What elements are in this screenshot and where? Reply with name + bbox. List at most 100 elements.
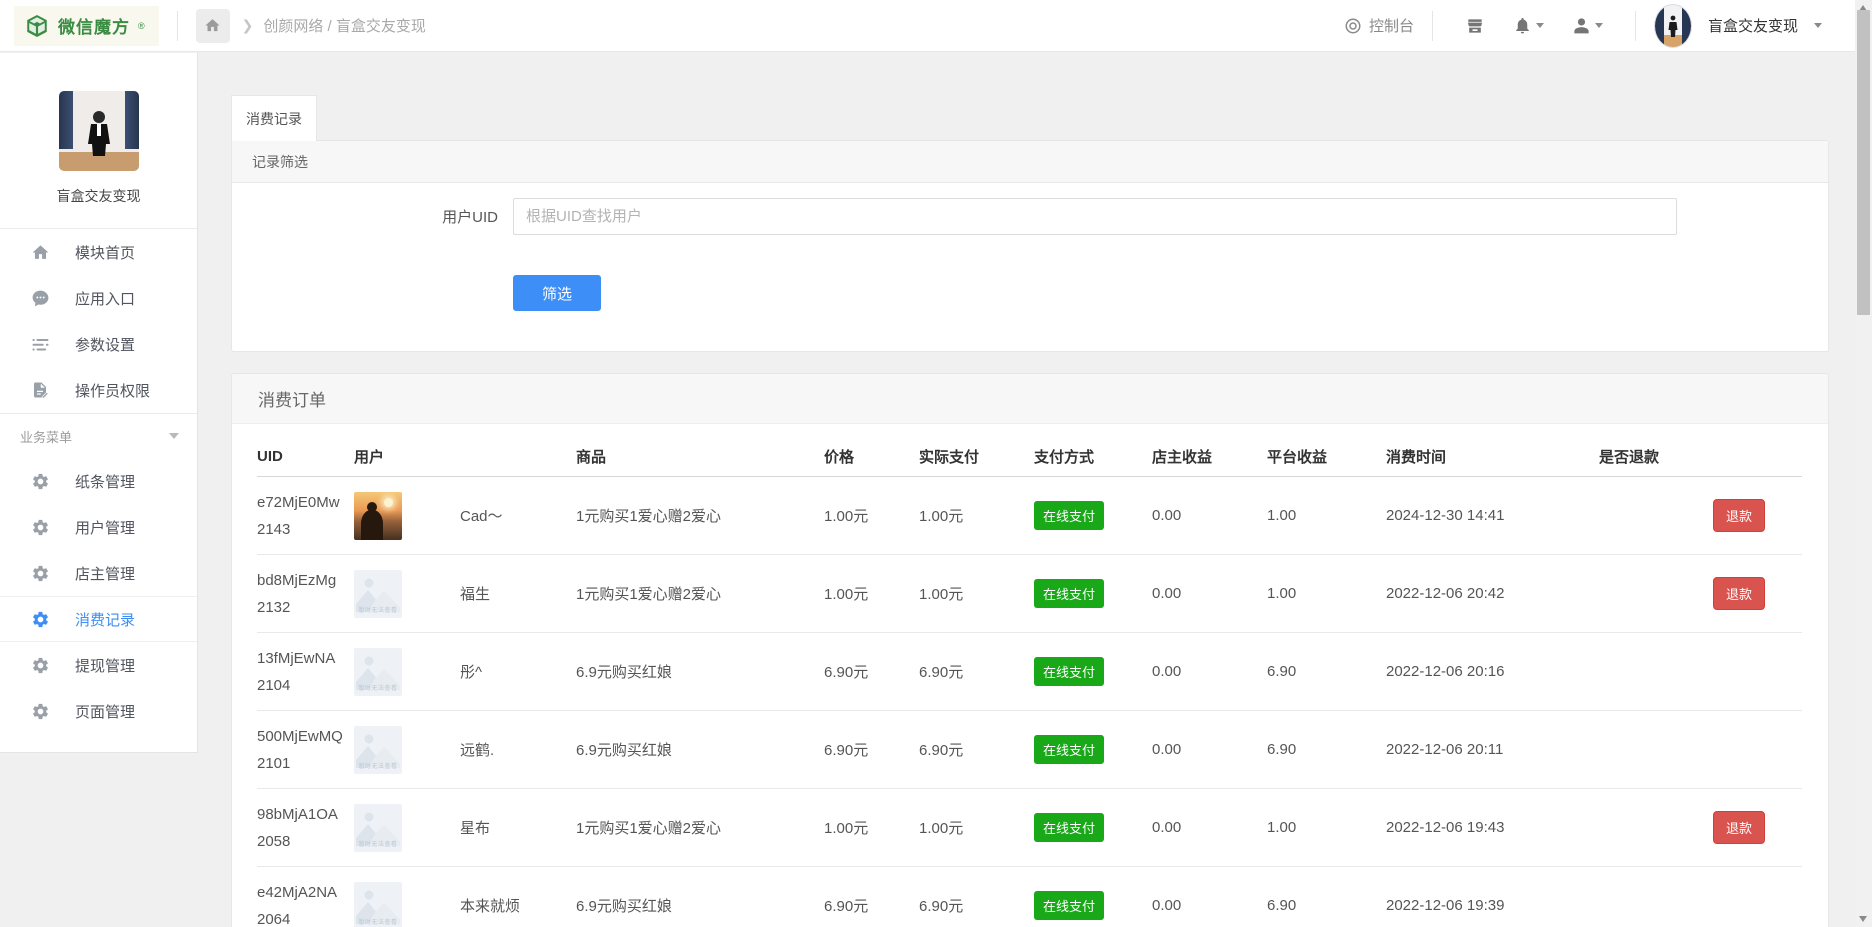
order-platform-income: 6.90 [1267,897,1386,914]
gear-icon [30,656,50,675]
order-uid: 13fMjEwNA2104 [257,645,354,699]
scrollbar-down-arrow[interactable] [1859,916,1867,922]
order-platform-income: 1.00 [1267,819,1386,836]
order-row: 98bMjA1OA2058暂时无法查看星布1元购买1爱心赠2爱心 1.00元 1.0… [257,789,1802,867]
uid-search-input[interactable] [513,198,1677,235]
placeholder-caption: 暂时无法查看 [354,917,402,926]
gear-icon [30,610,50,629]
sidebar-item-纸条管理[interactable]: 纸条管理 [0,458,197,504]
sidebar-main-menu: 模块首页应用入口参数设置操作员权限 [0,229,197,413]
account-avatar [1654,4,1692,48]
uid-code: 500MjEwMQ [257,723,354,750]
order-paid: 1.00元 [919,817,1034,838]
order-paid: 1.00元 [919,583,1034,604]
store-button[interactable] [1465,16,1485,36]
sidebar-item-应用入口[interactable]: 应用入口 [0,275,197,321]
order-payment-method: 在线支付 [1034,501,1152,530]
online-payment-badge: 在线支付 [1034,735,1104,764]
caret-down-icon [1536,23,1544,28]
uid-number: 2058 [257,828,354,855]
sidebar-item-参数设置[interactable]: 参数设置 [0,321,197,367]
sidebar-item-消费记录[interactable]: 消费记录 [0,596,197,642]
order-refund-cell: 退款 [1599,499,1802,532]
placeholder-caption: 暂时无法查看 [354,761,402,770]
sidebar-item-提现管理[interactable]: 提现管理 [0,642,197,688]
orders-card: 消费订单 UID用户商品价格实际支付支付方式店主收益平台收益消费时间是否退款 e… [231,373,1829,927]
column-header: 消费时间 [1386,446,1599,467]
column-header: 价格 [824,446,919,467]
uid-number: 2143 [257,516,354,543]
sidebar-item-用户管理[interactable]: 用户管理 [0,504,197,550]
gear-icon [30,518,50,537]
user-menu-button[interactable] [1572,16,1603,35]
order-user: Cad～ [354,492,576,540]
order-user: 暂时无法查看远鹤. [354,726,576,774]
order-price: 1.00元 [824,505,919,526]
refund-button[interactable]: 退款 [1713,499,1765,532]
order-price: 6.90元 [824,739,919,760]
app-logo[interactable]: 微信魔方 ® [14,6,159,46]
tab-consumption-records[interactable]: 消费记录 [231,95,317,141]
order-owner-income: 0.00 [1152,507,1267,524]
order-time: 2022-12-06 20:11 [1386,741,1599,758]
orders-table-body: e72MjE0Mw2143Cad～1元购买1爱心赠2爱心1.00元1.00元在线… [257,477,1802,927]
top-header: 微信魔方 ® ❯ 创颜网络 / 盲盒交友变现 控制台 [0,0,1872,52]
order-row: 500MjEwMQ2101暂时无法查看远鹤.6.9元购买红娘6.90元6.90元… [257,711,1802,789]
bell-icon [1513,16,1532,35]
comment-icon [30,289,50,308]
order-payment-method: 在线支付 [1034,735,1152,764]
store-icon [1465,16,1485,36]
column-header: 商品 [576,446,824,467]
uid-code: 98bMjA1OA [257,801,354,828]
order-row: e72MjE0Mw2143Cad～1元购买1爱心赠2爱心1.00元1.00元在线… [257,477,1802,555]
sun-icon [384,498,393,507]
order-owner-income: 0.00 [1152,741,1267,758]
order-paid: 6.90元 [919,739,1034,760]
user-avatar-placeholder: 暂时无法查看 [354,804,402,852]
sidebar-item-label: 用户管理 [75,517,135,538]
console-link[interactable]: 控制台 [1344,15,1414,36]
sidebar-item-页面管理[interactable]: 页面管理 [0,688,197,734]
user-avatar-placeholder: 暂时无法查看 [354,648,402,696]
page-scrollbar[interactable] [1855,0,1872,927]
placeholder-caption: 暂时无法查看 [354,605,402,614]
column-header: 用户 [354,446,576,467]
uid-code: e42MjA2NA [257,879,354,906]
order-owner-income: 0.00 [1152,819,1267,836]
user-avatar-placeholder: 暂时无法查看 [354,570,402,618]
sidebar-item-模块首页[interactable]: 模块首页 [0,229,197,275]
sidebar-section-business[interactable]: 业务菜单 [0,414,197,458]
placeholder-caption: 暂时无法查看 [354,683,402,692]
refund-button[interactable]: 退款 [1713,811,1765,844]
uid-number: 2064 [257,906,354,927]
order-product: 1元购买1爱心赠2爱心 [576,505,824,526]
uid-code: bd8MjEzMg [257,567,354,594]
header-divider [177,11,178,41]
refund-button[interactable]: 退款 [1713,577,1765,610]
order-user: 暂时无法查看星布 [354,804,576,852]
sidebar-item-操作员权限[interactable]: 操作员权限 [0,367,197,413]
logo-cube-icon [24,13,50,39]
module-profile: 盲盒交友变现 [0,53,197,206]
order-refund-cell: 退款 [1599,577,1802,610]
home-button[interactable] [196,9,230,43]
order-time: 2022-12-06 19:43 [1386,819,1599,836]
order-product: 1元购买1爱心赠2爱心 [576,817,824,838]
order-uid: e72MjE0Mw2143 [257,489,354,543]
scrollbar-thumb[interactable] [1857,10,1870,315]
caret-down-icon [1814,23,1822,28]
account-switcher[interactable]: 盲盒交友变现 [1654,4,1822,48]
column-header: UID [257,448,354,465]
person-icon [1572,16,1591,35]
notifications-button[interactable] [1513,16,1544,35]
breadcrumb-chevron-icon: ❯ [242,17,254,34]
sidebar-item-店主管理[interactable]: 店主管理 [0,550,197,596]
uid-number: 2104 [257,672,354,699]
gear-icon [30,472,50,491]
sidebar-item-label: 提现管理 [75,655,135,676]
sidebar-business-menu: 纸条管理用户管理店主管理消费记录提现管理页面管理 [0,458,197,734]
filter-card-title: 记录筛选 [232,141,1828,183]
sidebar-item-label: 店主管理 [75,563,135,584]
order-platform-income: 1.00 [1267,585,1386,602]
filter-submit-button[interactable]: 筛选 [513,275,601,311]
